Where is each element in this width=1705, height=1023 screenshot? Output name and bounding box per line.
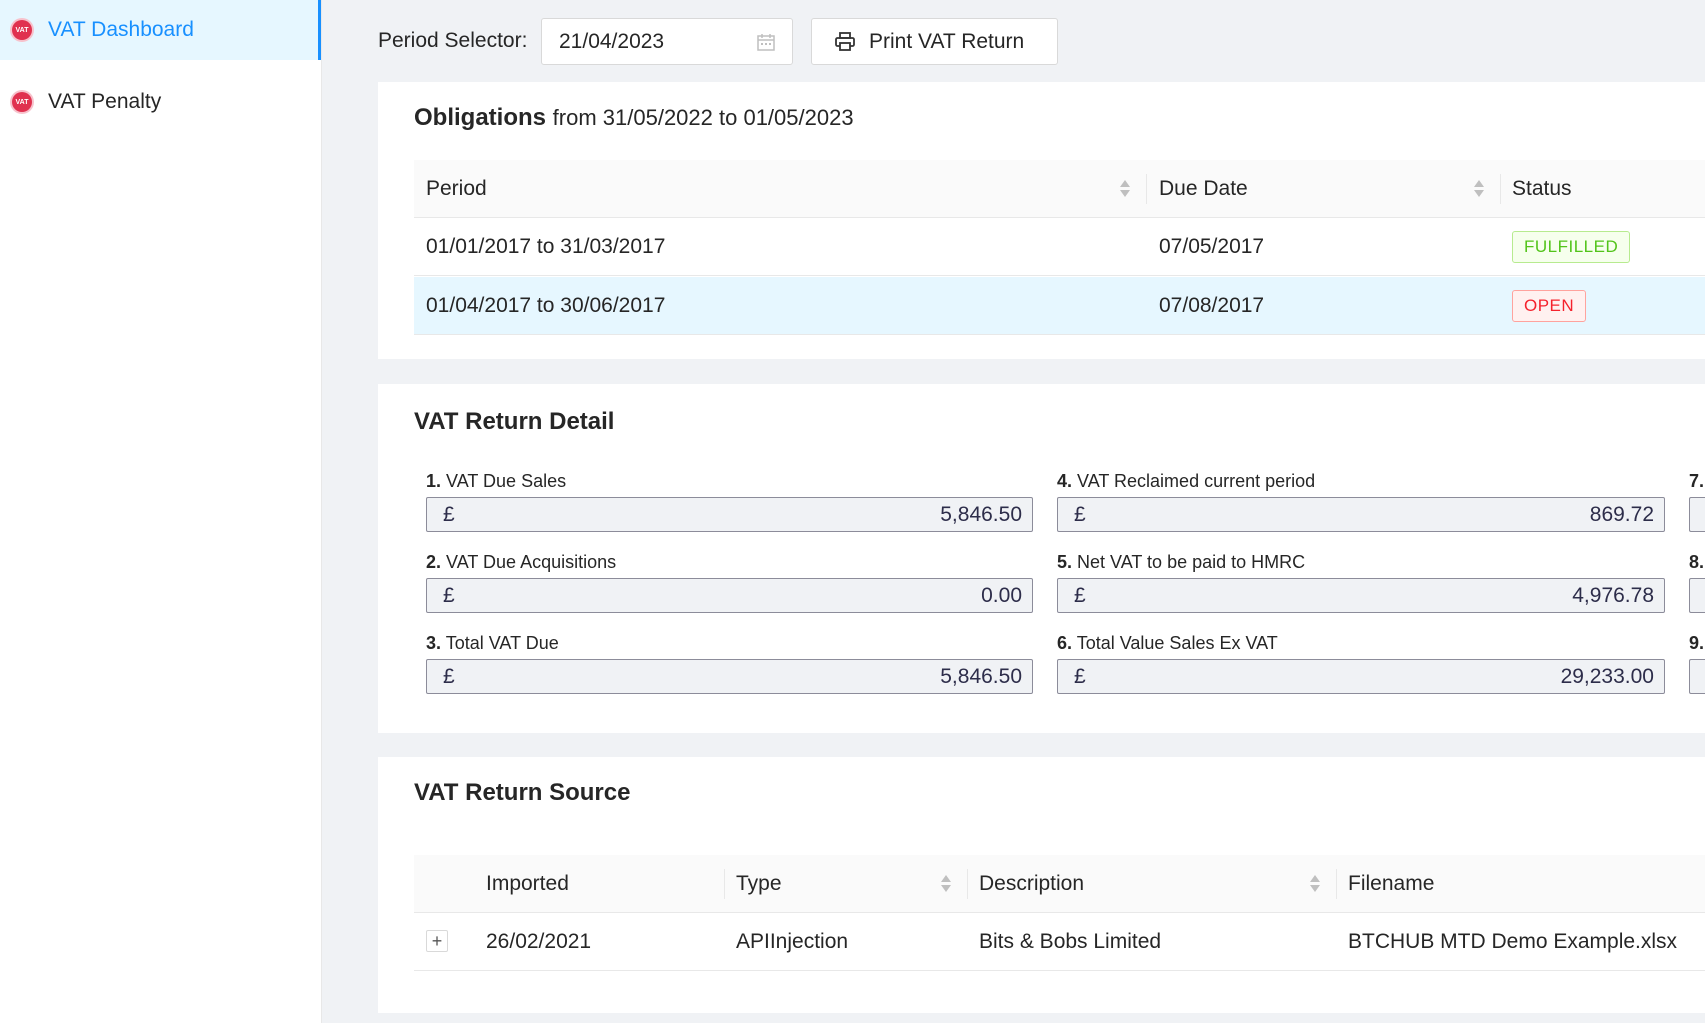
print-vat-return-button[interactable]: Print VAT Return bbox=[811, 18, 1058, 65]
field-value: 5,846.50 bbox=[940, 664, 1022, 688]
column-header-description[interactable]: Description bbox=[979, 855, 1084, 913]
field-value: 5,846.50 bbox=[940, 502, 1022, 526]
field-label-3: 3. Total VAT Due bbox=[426, 633, 559, 653]
printer-icon bbox=[834, 32, 856, 58]
obligations-heading: Obligations bbox=[414, 104, 546, 131]
field-9-box[interactable] bbox=[1689, 659, 1705, 694]
period-selector-label: Period Selector: bbox=[378, 29, 528, 52]
vat-due-sales-field[interactable]: £ 5,846.50 bbox=[426, 497, 1033, 532]
field-value: 29,233.00 bbox=[1560, 664, 1654, 688]
field-value: 0.00 bbox=[981, 583, 1022, 607]
vat-source-title: VAT Return Source bbox=[414, 779, 631, 806]
field-7-box[interactable] bbox=[1689, 497, 1705, 532]
sort-icon[interactable] bbox=[1120, 179, 1130, 199]
currency-symbol: £ bbox=[1074, 583, 1086, 607]
field-label-4: 4. VAT Reclaimed current period bbox=[1057, 471, 1316, 491]
sidebar-item-label: VAT Dashboard bbox=[48, 18, 194, 41]
field-label-5: 5. Net VAT to be paid to HMRC bbox=[1057, 552, 1306, 572]
imported-cell: 26/02/2021 bbox=[486, 930, 592, 953]
period-date-picker[interactable]: 21/04/2023 bbox=[541, 18, 793, 65]
field-label-7: 7. bbox=[1689, 471, 1705, 491]
period-date-value: 21/04/2023 bbox=[559, 29, 665, 53]
currency-symbol: £ bbox=[1074, 502, 1086, 526]
vat-detail-title: VAT Return Detail bbox=[414, 408, 615, 435]
obligations-title: Obligations from 31/05/2022 to 01/05/202… bbox=[414, 104, 854, 132]
status-badge: FULFILLED bbox=[1512, 231, 1631, 263]
column-header-period[interactable]: Period bbox=[426, 160, 487, 218]
column-header-type[interactable]: Type bbox=[736, 855, 782, 913]
sidebar-item-label: VAT Penalty bbox=[48, 90, 162, 113]
column-header-due-date[interactable]: Due Date bbox=[1159, 160, 1248, 218]
period-cell: 01/04/2017 to 30/06/2017 bbox=[426, 294, 666, 317]
period-cell: 01/01/2017 to 31/03/2017 bbox=[426, 235, 666, 258]
total-value-sales-field[interactable]: £ 29,233.00 bbox=[1057, 659, 1665, 694]
sidebar-item-vat-dashboard[interactable]: VAT VAT Dashboard bbox=[0, 0, 321, 60]
obligations-range: from 31/05/2022 to 01/05/2023 bbox=[552, 105, 854, 130]
source-table-header: Imported Type Description Filename bbox=[414, 855, 1705, 913]
sort-icon[interactable] bbox=[941, 874, 951, 894]
field-label-2: 2. VAT Due Acquisitions bbox=[426, 552, 617, 572]
total-vat-due-field[interactable]: £ 5,846.50 bbox=[426, 659, 1033, 694]
table-row[interactable]: 01/01/2017 to 31/03/2017 07/05/2017 FULF… bbox=[414, 218, 1705, 276]
expand-row-button[interactable]: + bbox=[426, 930, 448, 952]
field-value: 869.72 bbox=[1589, 502, 1654, 526]
obligations-table-header: Period Due Date Status bbox=[414, 160, 1705, 218]
table-row[interactable]: 01/04/2017 to 30/06/2017 07/08/2017 OPEN bbox=[414, 277, 1705, 335]
field-8-box[interactable] bbox=[1689, 578, 1705, 613]
currency-symbol: £ bbox=[443, 583, 455, 607]
due-date-cell: 07/08/2017 bbox=[1159, 294, 1265, 317]
sidebar-item-vat-penalty[interactable]: VAT VAT Penalty bbox=[0, 72, 321, 132]
column-header-status: Status bbox=[1512, 177, 1572, 200]
field-value: 4,976.78 bbox=[1572, 583, 1654, 607]
currency-symbol: £ bbox=[1074, 664, 1086, 688]
net-vat-field[interactable]: £ 4,976.78 bbox=[1057, 578, 1665, 613]
vat-icon: VAT bbox=[12, 92, 32, 112]
currency-symbol: £ bbox=[443, 664, 455, 688]
status-badge: OPEN bbox=[1512, 290, 1587, 322]
field-label-8: 8. bbox=[1689, 552, 1705, 572]
vat-icon: VAT bbox=[12, 20, 32, 40]
field-label-6: 6. Total Value Sales Ex VAT bbox=[1057, 633, 1278, 653]
print-button-label: Print VAT Return bbox=[869, 29, 1025, 53]
type-cell: APIInjection bbox=[736, 930, 849, 953]
field-label-9: 9. bbox=[1689, 633, 1705, 653]
currency-symbol: £ bbox=[443, 502, 455, 526]
field-label-1: 1. VAT Due Sales bbox=[426, 471, 567, 491]
sort-icon[interactable] bbox=[1310, 874, 1320, 894]
description-cell: Bits & Bobs Limited bbox=[979, 930, 1162, 953]
vat-reclaimed-field[interactable]: £ 869.72 bbox=[1057, 497, 1665, 532]
calendar-icon[interactable] bbox=[756, 32, 776, 58]
column-header-filename: Filename bbox=[1348, 872, 1435, 895]
vat-due-acquisitions-field[interactable]: £ 0.00 bbox=[426, 578, 1033, 613]
obligations-card: Obligations from 31/05/2022 to 01/05/202… bbox=[378, 82, 1705, 359]
vat-return-source-card: VAT Return Source Imported Type Descript… bbox=[378, 757, 1705, 1013]
sort-icon[interactable] bbox=[1474, 179, 1484, 199]
vat-return-detail-card: VAT Return Detail 1. VAT Due Sales £ 5,8… bbox=[378, 384, 1705, 733]
table-row[interactable]: + 26/02/2021 APIInjection Bits & Bobs Li… bbox=[414, 913, 1705, 971]
due-date-cell: 07/05/2017 bbox=[1159, 235, 1265, 258]
filename-cell: BTCHUB MTD Demo Example.xlsx bbox=[1348, 930, 1678, 953]
column-header-imported: Imported bbox=[486, 872, 569, 895]
sidebar: VAT VAT Dashboard VAT VAT Penalty bbox=[0, 0, 322, 1023]
